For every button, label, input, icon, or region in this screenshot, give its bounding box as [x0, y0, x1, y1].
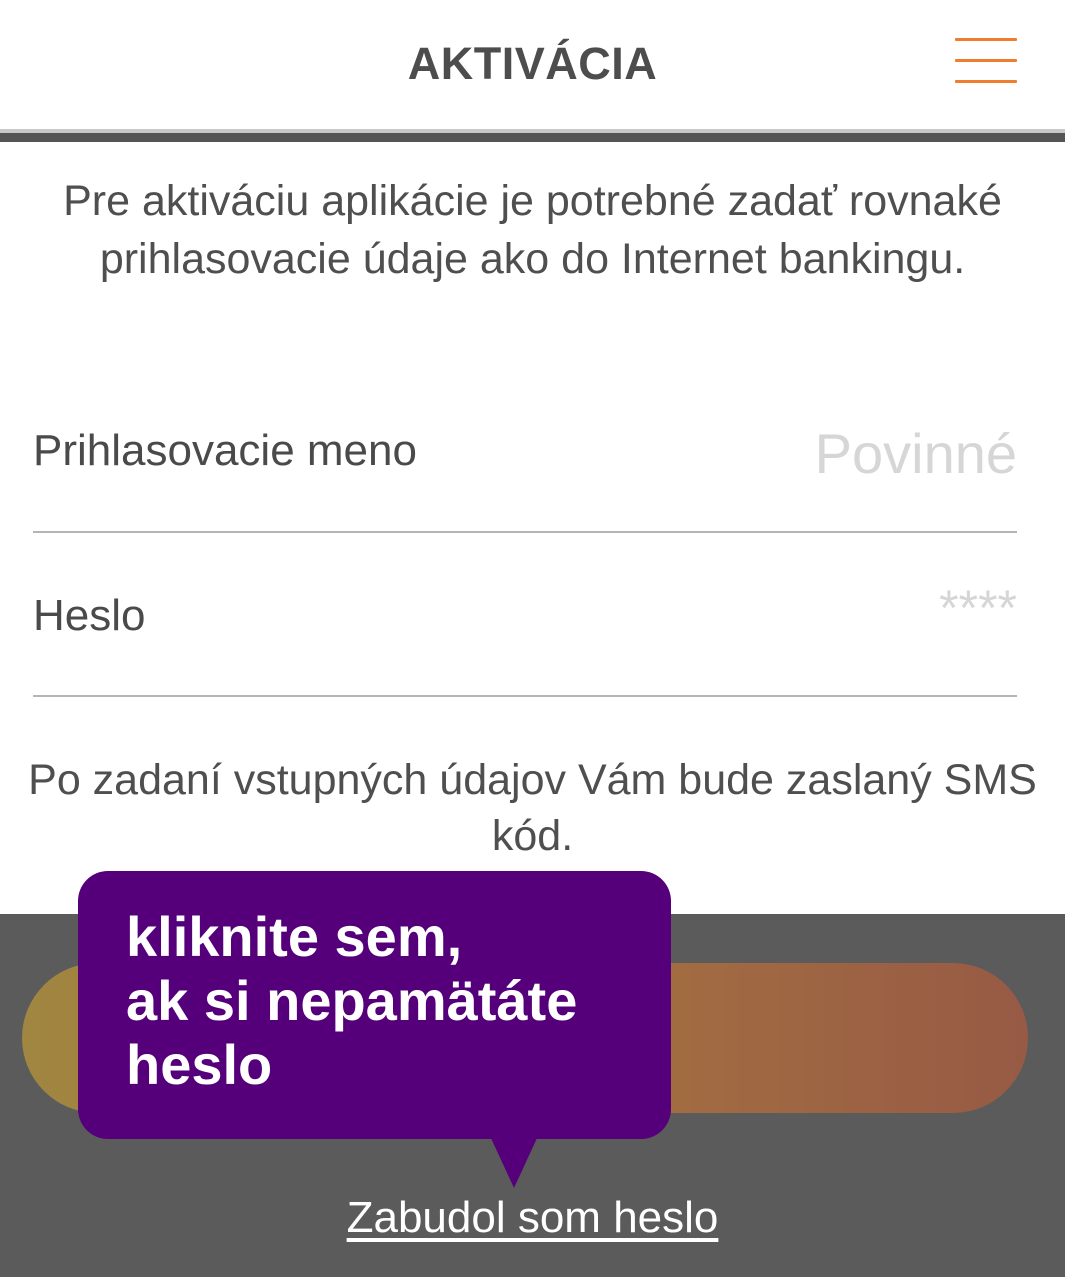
menu-line: [955, 38, 1017, 41]
sms-note-text: Po zadaní vstupných údajov Vám bude zasl…: [28, 756, 1037, 860]
intro-text: Pre aktiváciu aplikácie je potrebné zada…: [63, 177, 1002, 283]
username-row: Prihlasovacie meno: [33, 368, 1017, 533]
activation-screen: AKTIVÁCIA Pre aktiváciu aplikácie je pot…: [0, 0, 1065, 1277]
password-input[interactable]: [497, 573, 1017, 643]
page-title: AKTIVÁCIA: [407, 38, 658, 89]
username-label: Prihlasovacie meno: [33, 426, 417, 475]
password-label: Heslo: [33, 591, 146, 640]
hamburger-menu-icon[interactable]: [955, 38, 1017, 86]
password-row: Heslo: [33, 533, 1017, 697]
username-input[interactable]: [497, 418, 1017, 488]
tooltip-text: kliknite sem, ak si nepamätáte heslo: [126, 905, 578, 1096]
forgot-password-link[interactable]: Zabudol som heslo: [0, 1193, 1065, 1243]
menu-line: [955, 80, 1017, 83]
menu-line: [955, 59, 1017, 62]
header-divider: [0, 129, 1065, 142]
tooltip-pointer: [490, 1136, 538, 1188]
app-header: AKTIVÁCIA: [0, 0, 1065, 130]
